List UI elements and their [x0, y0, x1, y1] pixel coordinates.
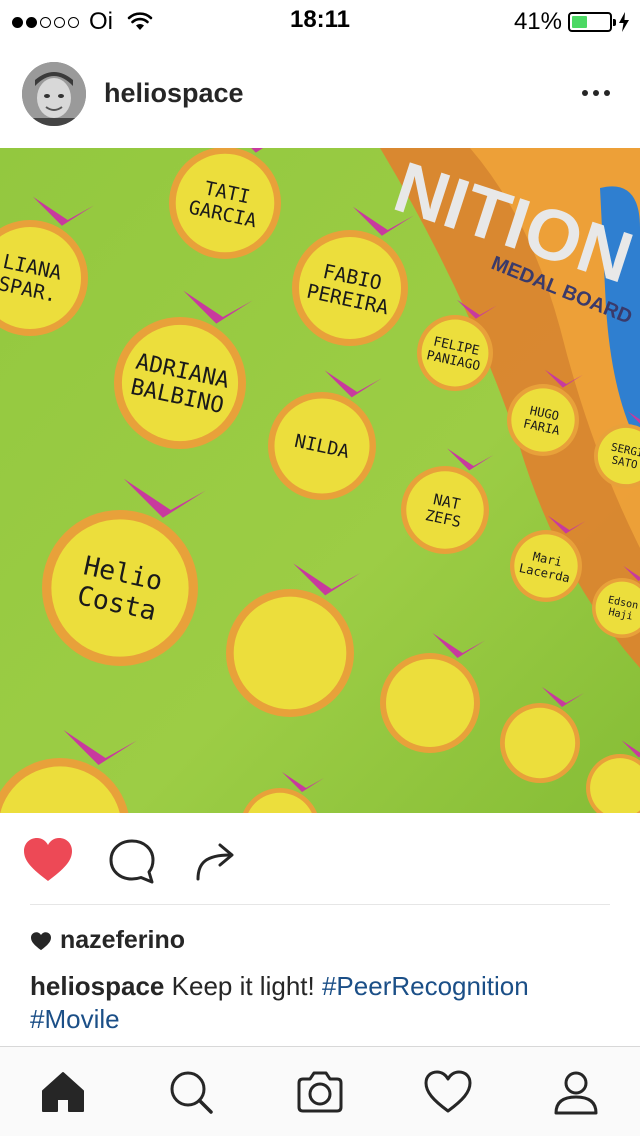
profile-icon[interactable] — [551, 1067, 601, 1117]
charging-bolt-icon — [619, 12, 629, 32]
medal-face — [233, 596, 347, 710]
post-photo[interactable]: NITION MEDAL BOARD LIANA SPAR. TATI GARCIA F… — [0, 148, 640, 813]
medal-board-image: NITION MEDAL BOARD LIANASPAR.TATIGARCIAF… — [0, 148, 640, 813]
medal-face — [386, 659, 474, 747]
heart-outline-icon[interactable] — [423, 1067, 473, 1117]
tab-bar — [0, 1046, 640, 1136]
share-icon[interactable] — [190, 835, 242, 887]
search-icon[interactable] — [166, 1067, 216, 1117]
battery-icon — [568, 12, 616, 32]
likes-row[interactable]: nazeferino — [30, 926, 185, 955]
post-caption: heliospace Keep it light! #PeerRecogniti… — [30, 970, 610, 1036]
post-actions — [0, 813, 640, 905]
comment-icon[interactable] — [106, 835, 158, 887]
liker-username[interactable]: nazeferino — [60, 926, 185, 955]
avatar[interactable] — [22, 62, 86, 126]
status-right: 41% — [514, 8, 630, 36]
medal-face — [504, 707, 576, 779]
hashtag-link[interactable]: #PeerRecognition — [322, 971, 529, 1001]
battery-percent: 41% — [513, 8, 562, 35]
post-username[interactable]: heliospace — [104, 78, 244, 109]
camera-icon[interactable] — [295, 1067, 345, 1117]
avatar-image — [22, 62, 86, 126]
divider — [30, 904, 610, 905]
hashtag-link[interactable]: #Movile — [30, 1004, 120, 1034]
more-horizontal-icon[interactable] — [582, 90, 610, 96]
caption-text: Keep it light! — [171, 971, 315, 1001]
battery-level — [572, 16, 587, 28]
heart-icon — [31, 931, 51, 950]
post-header: heliospace — [0, 40, 640, 148]
heart-filled-icon[interactable] — [22, 835, 74, 887]
home-icon[interactable] — [38, 1067, 88, 1117]
caption-username[interactable]: heliospace — [30, 971, 164, 1001]
status-bar: Oi 18:11 41% — [0, 0, 640, 40]
